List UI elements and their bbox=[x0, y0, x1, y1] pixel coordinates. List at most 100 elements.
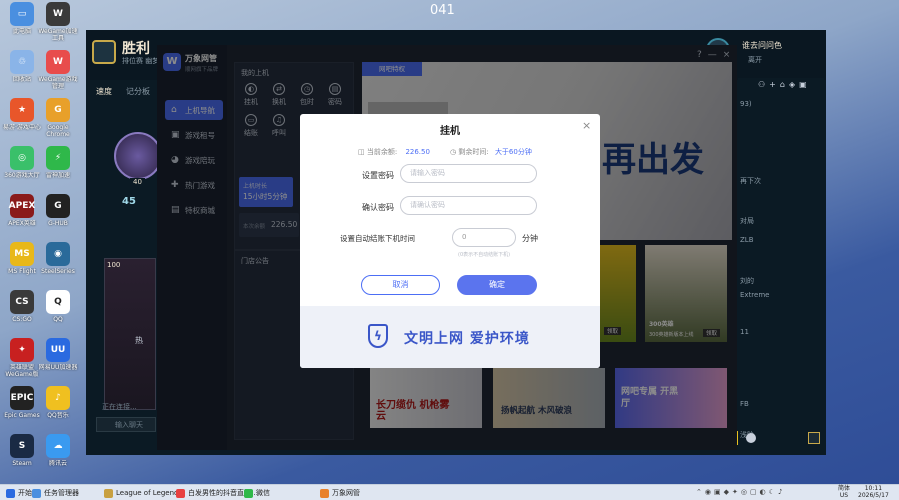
taskbar-app[interactable]: League of Legends bbox=[104, 487, 182, 499]
dialog-title: 挂机 bbox=[440, 126, 460, 137]
friend-list-text: 再下次 bbox=[740, 177, 761, 185]
start-icon bbox=[6, 488, 15, 498]
taskbar-app-icon bbox=[244, 488, 253, 498]
dialog-time: ◷ 剩余时间: 大于60分钟 bbox=[450, 147, 532, 157]
confirm-password-field[interactable]: 请确认密码 bbox=[400, 196, 537, 215]
desktop-icon[interactable]: ⚡ 雷神加速 bbox=[36, 146, 80, 186]
desktop-icon[interactable]: G G-HUB bbox=[36, 194, 80, 234]
friend-status: 离开 bbox=[748, 56, 762, 64]
friends-list-panel: 93)再下次对局ZLB刘的Extreme11FB浅阶 bbox=[738, 78, 824, 448]
settings-icon[interactable] bbox=[808, 432, 820, 444]
taskbar-app[interactable]: 微信 bbox=[244, 487, 270, 499]
app-icon: ◎ bbox=[10, 146, 34, 170]
league-title: 胜利 bbox=[122, 41, 150, 57]
clock-time: 10:11 bbox=[864, 485, 883, 492]
app-icon: ▭ bbox=[10, 2, 34, 26]
app-icon: W bbox=[46, 50, 70, 74]
taskbar-app[interactable]: 万象网管 bbox=[320, 487, 360, 499]
screen-top-number: 041 bbox=[430, 3, 455, 18]
app-icon: ✦ bbox=[10, 338, 34, 362]
desktop-icon[interactable]: W WeGame加速工具 bbox=[36, 2, 80, 42]
password-field[interactable]: 请输入密码 bbox=[400, 164, 537, 183]
desktop-icon[interactable]: G Google Chrome bbox=[36, 98, 80, 138]
taskbar-app-label: 万象网管 bbox=[332, 489, 360, 497]
friend-list-text: Extreme bbox=[740, 291, 770, 299]
taskbar-app-icon bbox=[32, 488, 41, 498]
desktop-icon[interactable]: ☁ 腾讯云 bbox=[36, 434, 80, 474]
tab-speed[interactable]: 速度 bbox=[96, 86, 112, 97]
desktop-icon-label: WeGame加速工具 bbox=[38, 28, 78, 42]
confirm-button[interactable]: 确定 bbox=[457, 275, 537, 295]
friend-list-text: 11 bbox=[740, 328, 749, 336]
app-icon: G bbox=[46, 98, 70, 122]
app-icon: ★ bbox=[10, 98, 34, 122]
dialog-close-button[interactable]: × bbox=[582, 119, 591, 132]
desktop-icon-label: Google Chrome bbox=[46, 124, 70, 138]
desktop-icon[interactable]: W WeGame游戏管理 bbox=[36, 50, 80, 90]
reward-card-label: 热 bbox=[135, 336, 143, 345]
friend-name[interactable]: 谁去问问色 bbox=[742, 40, 782, 51]
app-icon: ☁ bbox=[46, 434, 70, 458]
app-icon: ◉ bbox=[46, 242, 70, 266]
dialog-time-label: 剩余时间: bbox=[458, 148, 489, 156]
clock-date: 2026/5/17 bbox=[858, 492, 889, 499]
desktop-icon[interactable]: UU 网易UU加速器 bbox=[36, 338, 80, 378]
desktop-icon[interactable]: ◉ SteelSeries bbox=[36, 242, 80, 282]
taskbar-app-icon bbox=[176, 488, 185, 498]
reward-card: 100 热 bbox=[104, 258, 156, 410]
app-icon: ⚡ bbox=[46, 146, 70, 170]
app-icon: EPIC bbox=[10, 386, 34, 410]
chat-status: 正在连接... bbox=[102, 403, 137, 411]
desktop-icon[interactable]: Q QQ bbox=[36, 290, 80, 330]
app-icon: ♲ bbox=[10, 50, 34, 74]
friend-list-text: ZLB bbox=[740, 236, 754, 244]
app-icon: CS bbox=[10, 290, 34, 314]
taskbar-app[interactable]: 任务管理器 bbox=[32, 487, 79, 499]
confirm-password-label: 确认密码 bbox=[362, 203, 394, 212]
dialog-footer: ϟ 文明上网 爱护环境 bbox=[300, 306, 600, 368]
reward-card-level: 100 bbox=[107, 261, 121, 269]
dialog-slogan: 文明上网 爱护环境 bbox=[404, 331, 530, 347]
champion-portrait bbox=[114, 132, 162, 180]
hangup-dialog: 挂机 × ◫ 当前余额: 226.50 ◷ 剩余时间: 大于60分钟 设置密码 … bbox=[300, 114, 600, 368]
wallet-icon: ◫ bbox=[358, 148, 367, 156]
friend-tool-icons[interactable]: ⚇+⌂◈▣ bbox=[758, 80, 811, 89]
auto-checkout-unit: 分钟 bbox=[522, 234, 538, 243]
system-clock[interactable]: 10:11 2026/5/17 bbox=[858, 485, 889, 499]
start-button[interactable]: 开始 bbox=[6, 487, 32, 499]
input-language[interactable]: 简体 US bbox=[838, 485, 850, 499]
dialog-balance-value: 226.50 bbox=[405, 148, 430, 156]
chat-input[interactable]: 输入聊天 bbox=[96, 417, 156, 432]
start-label: 开始 bbox=[18, 489, 32, 497]
tab-scoreboard[interactable]: 记分板 bbox=[126, 86, 150, 97]
auto-checkout-label: 设置自动结账下机时间 bbox=[340, 234, 415, 243]
app-icon: W bbox=[46, 2, 70, 26]
mic-icon[interactable] bbox=[746, 433, 756, 443]
taskbar-app-label: League of Legends bbox=[116, 489, 183, 497]
dialog-time-value: 大于60分钟 bbox=[494, 148, 532, 156]
desktop-icon-label: G-HUB bbox=[48, 220, 68, 227]
password-label: 设置密码 bbox=[362, 171, 394, 180]
desktop-icon[interactable]: ♪ QQ音乐 bbox=[36, 386, 80, 426]
auto-checkout-hint: (0表示不自动结账下机) bbox=[458, 252, 511, 258]
dialog-balance-label: 当前余额: bbox=[366, 148, 398, 156]
tray-icons[interactable]: ⌃◉▣◆✦◎▢◐☾♪ bbox=[696, 488, 785, 496]
app-icon: G bbox=[46, 194, 70, 218]
champion-level: 40 bbox=[130, 178, 145, 186]
friend-list-text: 对局 bbox=[740, 217, 754, 225]
shield-icon: ϟ bbox=[368, 324, 388, 348]
lp-value: 45 bbox=[122, 196, 136, 207]
friend-list-text: 刘的 bbox=[740, 277, 754, 285]
app-icon: Q bbox=[46, 290, 70, 314]
desktop-icon-label: 网易UU加速器 bbox=[38, 364, 78, 371]
app-icon: S bbox=[10, 434, 34, 458]
cancel-button[interactable]: 取消 bbox=[361, 275, 440, 295]
taskbar-app-icon bbox=[320, 488, 329, 498]
taskbar-app-label: 微信 bbox=[256, 489, 270, 497]
auto-checkout-minutes-field[interactable]: 0 bbox=[452, 228, 516, 247]
app-icon: MS bbox=[10, 242, 34, 266]
league-logo-icon bbox=[92, 40, 116, 64]
desktop-icon-label: 腾讯云 bbox=[48, 460, 67, 467]
lang-bottom: US bbox=[839, 492, 849, 499]
desktop-icon-label: QQ bbox=[53, 316, 63, 323]
